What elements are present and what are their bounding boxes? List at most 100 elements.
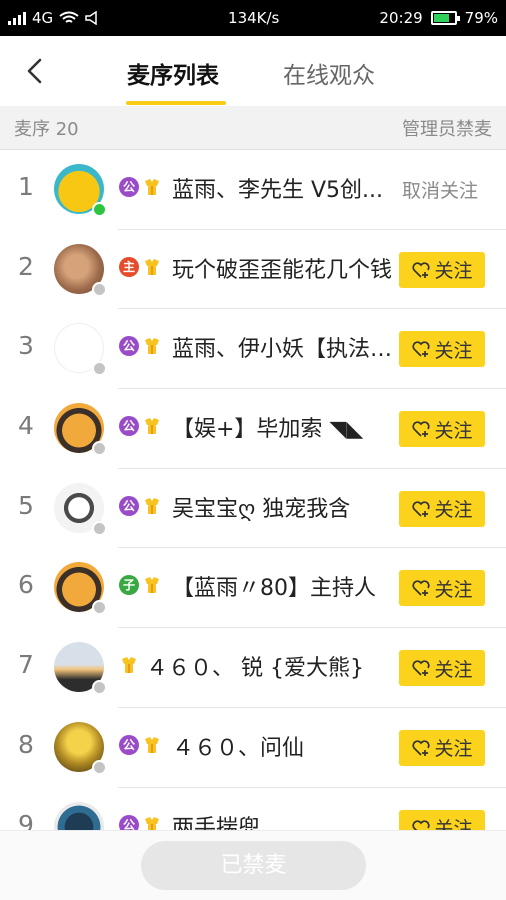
avatar[interactable]: [54, 801, 104, 830]
rank-number: 9: [18, 809, 34, 831]
follow-button[interactable]: 关注: [399, 809, 485, 830]
rank-number: 6: [18, 570, 34, 600]
role-badges: 公: [119, 177, 162, 197]
presence-dot: [92, 281, 107, 297]
medal-icon: [145, 179, 159, 195]
follow-label: 关注: [434, 499, 473, 522]
status-right: 20:29 79%: [379, 9, 498, 27]
rank-number: 5: [18, 490, 34, 520]
queue-count-label: 麦序 20: [14, 115, 79, 141]
queue-row[interactable]: 3 公 蓝雨、伊小妖【执法官】 关注: [0, 309, 506, 390]
clock: 20:29: [379, 9, 423, 27]
presence-dot: [92, 520, 107, 536]
role-badge: 公: [119, 495, 139, 516]
admin-ban-mic-link[interactable]: 管理员禁麦: [402, 115, 492, 141]
queue-row[interactable]: 1 公 蓝雨、李先生 V5创... 取消关注: [0, 150, 506, 230]
role-badge: 公: [119, 177, 139, 197]
role-badges: [119, 655, 139, 675]
avatar[interactable]: [54, 164, 107, 217]
medal-icon: [122, 657, 136, 674]
rank-number: 4: [18, 411, 34, 441]
rank-number: 1: [18, 172, 34, 201]
rank-number: 2: [18, 251, 34, 281]
avatar[interactable]: [54, 243, 107, 297]
follow-button[interactable]: 关注: [399, 251, 485, 288]
queue-info-bar: 麦序 20 管理员禁麦: [0, 106, 506, 150]
follow-label: 关注: [434, 578, 473, 601]
presence-dot: [92, 759, 107, 775]
medal-icon: [145, 577, 159, 594]
unfollow-button[interactable]: 取消关注: [402, 176, 478, 203]
queue-row[interactable]: 8 公 ４６０、问仙 关注: [0, 708, 506, 788]
queue-row[interactable]: 6 子 【蓝雨〃80】主持人 关注: [0, 548, 506, 629]
follow-button[interactable]: 关注: [399, 729, 485, 766]
avatar[interactable]: [54, 562, 107, 616]
heart-plus-icon: [412, 421, 431, 438]
heart-plus-icon: [412, 819, 431, 830]
bottom-bar: 已禁麦: [0, 830, 506, 900]
queue-row[interactable]: 9 公 两手揣兜 关注: [0, 788, 506, 831]
queue-label: 麦序: [14, 118, 50, 140]
role-badges: 公: [119, 814, 162, 830]
follow-label: 关注: [434, 419, 473, 442]
heart-plus-icon: [412, 580, 431, 597]
heart-plus-icon: [412, 341, 431, 358]
avatar[interactable]: [54, 323, 107, 377]
avatar[interactable]: [54, 482, 107, 536]
heart-plus-icon: [412, 740, 431, 756]
rank-number: 8: [18, 729, 34, 759]
avatar[interactable]: [54, 642, 107, 696]
network-speed: 134K/s: [228, 9, 280, 27]
role-badges: 子: [119, 575, 162, 596]
queue-count: 20: [55, 118, 79, 140]
queue-row[interactable]: 5 公 吴宝宝ღ 独宠我含 关注: [0, 469, 506, 549]
role-badges: 公: [119, 495, 162, 516]
network-type: 4G: [32, 9, 54, 27]
avatar[interactable]: [54, 721, 107, 775]
role-badge: 公: [119, 814, 139, 830]
user-nickname: 【蓝雨〃80】主持人: [172, 576, 376, 602]
tab-mic-queue[interactable]: 麦序列表: [127, 56, 219, 90]
active-tab-indicator: [126, 101, 226, 105]
follow-button[interactable]: 关注: [399, 411, 485, 448]
battery-icon: [430, 11, 460, 25]
follow-button[interactable]: 关注: [399, 331, 485, 368]
heart-plus-icon: [412, 660, 431, 677]
tab-online-audience[interactable]: 在线观众: [283, 56, 375, 90]
medal-icon: [145, 497, 159, 514]
heart-plus-icon: [412, 262, 431, 278]
rank-number: 7: [18, 650, 34, 680]
user-nickname: 蓝雨、伊小妖【执法官】: [172, 337, 394, 363]
signal-icon: [8, 11, 26, 25]
wifi-icon: [59, 11, 79, 23]
role-badge: 子: [119, 575, 139, 596]
queue-row[interactable]: 7 ４６０、 锐 {爱大熊} 关注: [0, 628, 506, 708]
presence-dot: [92, 441, 107, 457]
user-nickname: 玩个破歪歪能花几个钱: [172, 257, 393, 283]
mic-banned-button[interactable]: 已禁麦: [141, 841, 366, 890]
user-nickname: 吴宝宝ღ 独宠我含: [172, 496, 351, 522]
role-badges: 公: [119, 336, 162, 357]
tab-header: 麦序列表 在线观众: [0, 36, 506, 106]
user-nickname: 【娱+】毕加索 ◥◣: [172, 417, 364, 443]
presence-dot: [92, 361, 107, 377]
role-badge: 公: [119, 416, 139, 437]
back-arrow-icon[interactable]: [22, 56, 48, 86]
role-badges: 公: [119, 416, 162, 437]
follow-label: 关注: [434, 738, 473, 761]
queue-row[interactable]: 2 主 玩个破歪歪能花几个钱 关注: [0, 230, 506, 310]
mic-queue-list: 1 公蓝雨、李先生 V5创... 取消关注 2 主玩个破歪歪能花几个钱 关注 3 公蓝雨、伊小…: [0, 150, 506, 830]
medal-icon: [145, 418, 159, 435]
avatar[interactable]: [54, 403, 107, 457]
user-nickname: 蓝雨、李先生 V5创...: [172, 178, 384, 203]
follow-button[interactable]: 关注: [399, 650, 485, 687]
presence-dot: [92, 202, 107, 217]
status-left: 4G: [8, 9, 168, 27]
queue-row[interactable]: 4 公 【娱+】毕加索 ◥◣ 关注: [0, 389, 506, 469]
medal-icon: [145, 338, 159, 355]
follow-button[interactable]: 关注: [399, 490, 485, 527]
rank-number: 3: [18, 331, 34, 361]
follow-button[interactable]: 关注: [399, 570, 485, 607]
medal-icon: [145, 258, 159, 275]
status-bar: 4G 134K/s 20:29 79%: [0, 0, 506, 36]
